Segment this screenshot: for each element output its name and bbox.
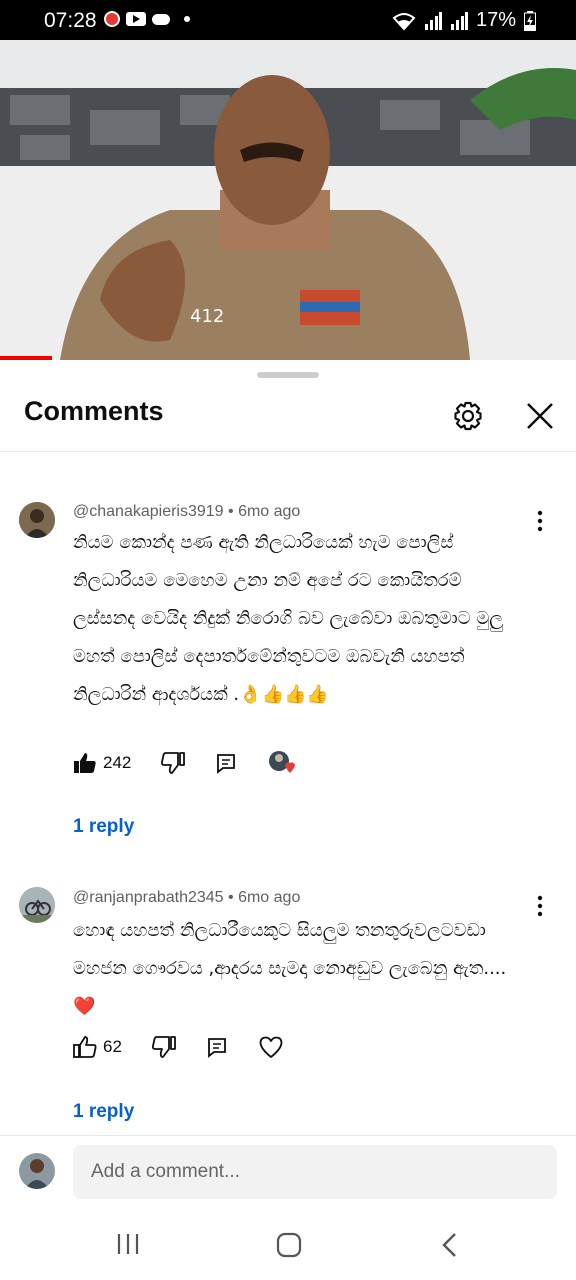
thumb-down-icon [161,752,186,774]
battery-text: 17% [475,9,516,31]
reply-button[interactable] [215,752,237,774]
comment-age: 6mo ago [238,503,301,520]
battery-charging-icon [524,10,536,31]
back-icon[interactable] [440,1232,460,1258]
recent-apps-icon[interactable] [116,1232,140,1256]
thumb-down-icon [151,1036,176,1058]
close-icon[interactable] [522,398,558,434]
status-right: 17% [392,9,536,32]
status-bar: 07:28 17% [0,0,576,40]
like-button[interactable]: 62 [73,1036,122,1058]
youtube-icon [126,12,146,26]
video-player[interactable]: 412 [0,40,576,360]
gear-icon[interactable] [450,398,486,434]
system-nav-bar [0,1210,576,1280]
view-replies-link[interactable]: 1 reply [73,816,134,838]
signal-icon [424,11,442,30]
comment-icon [208,1038,226,1058]
comment-author[interactable]: @ranjanprabath2345 [73,889,224,906]
status-time: 07:28 [44,9,97,32]
dislike-button[interactable] [151,1036,176,1058]
comment-actions: 62 [73,1035,314,1059]
current-user-avatar[interactable] [19,1153,55,1189]
comment-meta: @ranjanprabath2345 • 6mo ago [73,889,300,907]
panel-title: Comments [24,396,164,426]
avatar[interactable] [19,502,55,538]
comment-meta: @chanakapieris3919 • 6mo ago [73,503,300,521]
dislike-button[interactable] [161,752,186,774]
more-vert-icon[interactable] [530,509,550,533]
heart-icon [269,751,296,773]
composer-divider [0,1135,576,1136]
comment-composer[interactable] [73,1145,557,1199]
reply-button[interactable] [206,1036,228,1058]
heart-icon [259,1036,283,1058]
comments-panel: Comments @chanakapieris3919 • 6mo ago නි… [0,360,576,1280]
like-count: 242 [103,753,132,772]
like-button[interactable]: 242 [73,752,131,774]
comment-age: 6mo ago [238,889,301,906]
comment-actions: 242 [73,749,327,777]
like-count: 62 [103,1037,122,1056]
signal-icon-2 [450,11,468,30]
heart-button[interactable] [258,1035,284,1059]
avatar[interactable] [19,887,55,923]
more-vert-icon[interactable] [530,894,550,918]
dot-icon [184,16,190,22]
meta-separator: • [228,889,239,906]
creator-heart [267,749,297,777]
recording-icon [104,11,120,27]
comment-author[interactable]: @chanakapieris3919 [73,503,224,520]
comment-text: නියම කොන්ද පණ ඇති නිලධාරියෙක් හැම පොලිස්… [73,532,504,705]
svg-text:412: 412 [190,306,224,327]
home-icon[interactable] [276,1232,302,1258]
add-comment-input[interactable] [73,1145,531,1199]
comment-text: හොඳ යහපත් නිලධාරීයෙකුට සියලුම තනතුරුවලටව… [73,920,507,1017]
cloud-icon [152,13,170,25]
header-divider [0,451,576,452]
drag-handle[interactable] [257,372,319,378]
video-frame: 412 [0,40,576,360]
comment-icon [217,754,236,774]
wifi-icon [392,12,416,30]
thumb-up-icon [73,1036,97,1058]
meta-separator: • [228,503,239,520]
view-replies-link[interactable]: 1 reply [73,1101,134,1123]
status-notification-icons [104,11,190,27]
thumb-up-icon [74,753,96,773]
